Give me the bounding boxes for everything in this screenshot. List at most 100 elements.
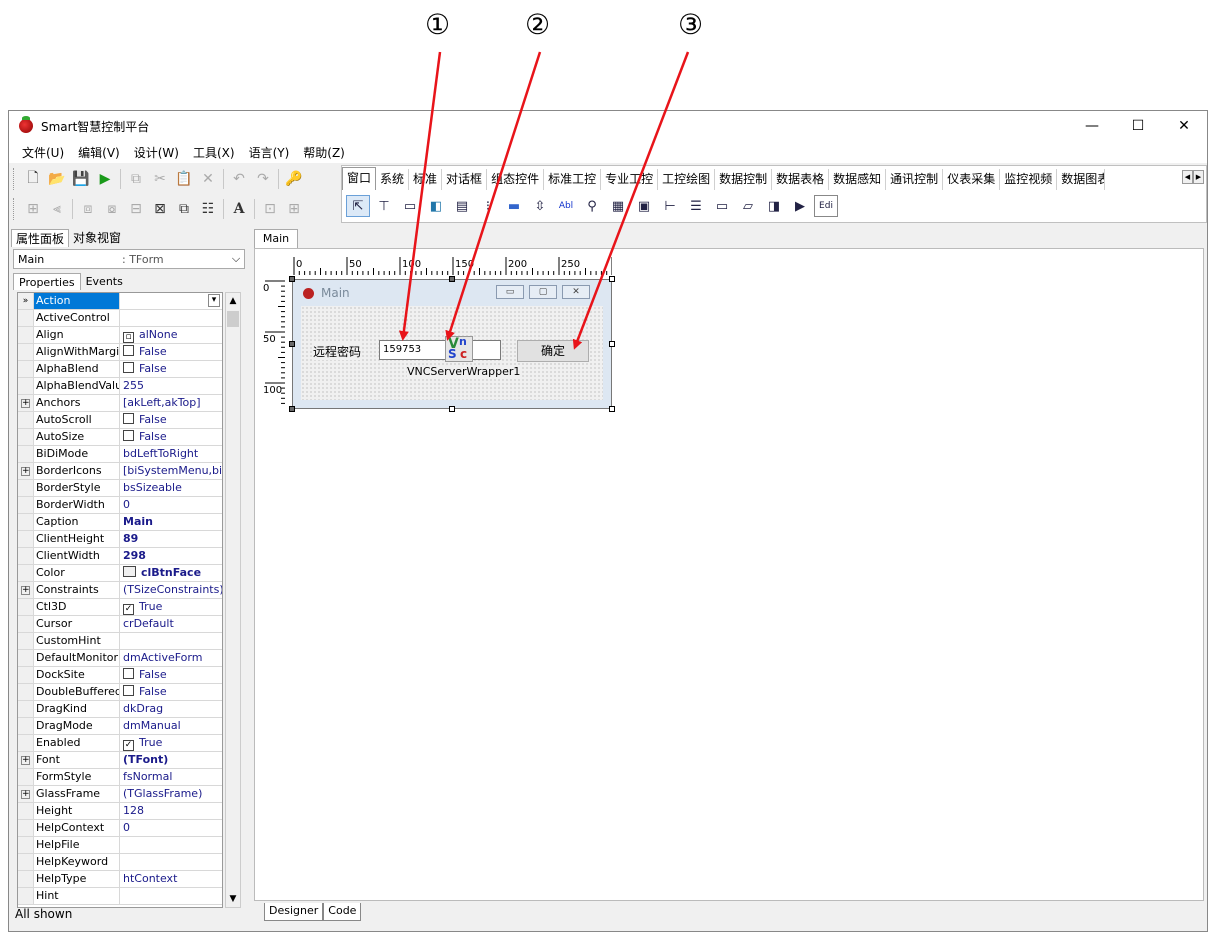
property-row[interactable]: ClientWidth 298	[18, 548, 222, 565]
property-row[interactable]: Color clBtnFace	[18, 565, 222, 582]
scroll-up-icon[interactable]: ▲	[226, 293, 240, 309]
checkbox-icon[interactable]	[123, 668, 134, 679]
media-icon[interactable]: ▶	[788, 195, 812, 217]
frame-icon[interactable]: ◧	[424, 195, 448, 217]
chevron-down-icon[interactable]: ⌵	[228, 252, 244, 266]
maximize-button[interactable]: ☐	[1115, 111, 1161, 141]
property-row[interactable]: Enabled ✓ True	[18, 735, 222, 752]
property-value[interactable]: 128	[120, 803, 222, 819]
property-value[interactable]: 0	[120, 497, 222, 513]
menu-edit[interactable]: 编辑(V)	[71, 144, 127, 161]
tabs-icon[interactable]: ▣	[632, 195, 656, 217]
menu-help[interactable]: 帮助(Z)	[296, 144, 352, 161]
tab-designer[interactable]: Designer	[264, 903, 324, 921]
design-form[interactable]: Main ▭ ▢ ✕ 远程密码 159753 VnSc VNCServerWra…	[292, 279, 612, 409]
property-value[interactable]: (TGlassFrame)	[120, 786, 222, 802]
resize-handle[interactable]	[609, 276, 615, 282]
property-value[interactable]: 0	[120, 820, 222, 836]
property-row[interactable]: BorderStyle bsSizeable	[18, 480, 222, 497]
property-row[interactable]: Align ▫ alNone	[18, 327, 222, 344]
main-menu-icon[interactable]: ⊤	[372, 195, 396, 217]
checkbox-icon[interactable]	[123, 345, 134, 356]
property-value[interactable]: False	[120, 344, 222, 360]
expand-icon[interactable]: +	[18, 582, 34, 598]
redo-icon[interactable]: ↷	[251, 168, 275, 190]
property-value[interactable]: clBtnFace	[120, 565, 222, 581]
menu-tools[interactable]: 工具(X)	[186, 144, 242, 161]
property-value[interactable]	[120, 633, 222, 649]
checkbox-icon[interactable]	[123, 362, 134, 373]
menu-design[interactable]: 设计(W)	[127, 144, 186, 161]
property-value[interactable]	[120, 888, 222, 904]
spin-icon[interactable]: ⇳	[528, 195, 552, 217]
property-value[interactable]: 255	[120, 378, 222, 394]
panel-icon[interactable]: ▭	[398, 195, 422, 217]
tab-object-view[interactable]: 对象视窗	[69, 229, 125, 247]
property-value[interactable]: 89	[120, 531, 222, 547]
list-order-icon[interactable]: ☷	[196, 198, 220, 220]
tab-properties-panel[interactable]: 属性面板	[11, 229, 70, 247]
vnc-server-component-icon[interactable]: VnSc	[445, 335, 473, 362]
property-row[interactable]: DragMode dmManual	[18, 718, 222, 735]
pointer-icon[interactable]: ⇱	[346, 195, 370, 217]
toolbar-grip[interactable]	[13, 198, 17, 220]
property-value[interactable]: ✓ True	[120, 599, 222, 615]
search-icon[interactable]: ⚲	[580, 195, 604, 217]
property-row[interactable]: ClientHeight 89	[18, 531, 222, 548]
palette-tab[interactable]: 对话框	[442, 169, 488, 190]
progress-icon[interactable]: ▬	[502, 195, 526, 217]
property-value[interactable]: (TFont)	[120, 752, 222, 768]
listview-icon[interactable]: ☰	[684, 195, 708, 217]
resize-handle[interactable]	[609, 341, 615, 347]
property-value[interactable]: bsSizeable	[120, 480, 222, 496]
align-grid-icon[interactable]: ⊞	[21, 198, 45, 220]
property-row[interactable]: + GlassFrame (TGlassFrame)	[18, 786, 222, 803]
image-icon[interactable]: ◨	[762, 195, 786, 217]
resize-handle[interactable]	[289, 341, 295, 347]
statusbar-icon[interactable]: ▱	[736, 195, 760, 217]
property-row[interactable]: Caption Main	[18, 514, 222, 531]
property-row[interactable]: HelpType htContext	[18, 871, 222, 888]
property-row[interactable]: » Action ▾	[18, 293, 222, 310]
bring-front-icon[interactable]: ⧈	[76, 198, 100, 220]
palette-tab[interactable]: 监控视频	[1000, 169, 1058, 190]
property-row[interactable]: AutoScroll False	[18, 412, 222, 429]
expand-icon[interactable]: +	[18, 752, 34, 768]
tab-code[interactable]: Code	[323, 903, 362, 921]
property-value[interactable]: dmActiveForm	[120, 650, 222, 666]
checkbox-icon[interactable]	[123, 413, 134, 424]
password-label[interactable]: 远程密码	[313, 343, 362, 360]
grid-icon[interactable]: ▦	[606, 195, 630, 217]
palette-tab[interactable]: 工控绘图	[658, 169, 716, 190]
password-input[interactable]: 159753	[379, 340, 501, 360]
menu-language[interactable]: 语言(Y)	[242, 144, 297, 161]
font-icon[interactable]: A	[227, 198, 251, 220]
property-row[interactable]: HelpKeyword	[18, 854, 222, 871]
dropdown-arrow-icon[interactable]: ▾	[208, 294, 220, 307]
scale-icon[interactable]: ⊞	[282, 198, 306, 220]
resize-handle[interactable]	[449, 276, 455, 282]
align-left-icon[interactable]: ⫷	[45, 198, 69, 220]
property-row[interactable]: + Constraints (TSizeConstraints)	[18, 582, 222, 599]
checkbox-icon[interactable]: ✓	[123, 604, 134, 615]
property-value[interactable]: htContext	[120, 871, 222, 887]
palette-tab[interactable]: 标准工控	[544, 169, 602, 190]
palette-tab[interactable]: 系统	[376, 169, 410, 190]
property-row[interactable]: HelpContext 0	[18, 820, 222, 837]
palette-tab[interactable]: 标准	[409, 169, 443, 190]
checkbox-icon[interactable]	[123, 685, 134, 696]
property-scrollbar[interactable]: ▲ ▼	[225, 292, 241, 908]
palette-tab[interactable]: 组态控件	[487, 169, 545, 190]
undo-icon[interactable]: ↶	[227, 168, 251, 190]
minimize-button[interactable]: —	[1069, 111, 1115, 141]
property-value[interactable]	[120, 837, 222, 853]
creation-order-icon[interactable]: ⧉	[172, 198, 196, 220]
property-row[interactable]: FormStyle fsNormal	[18, 769, 222, 786]
palette-tab[interactable]: 专业工控	[601, 169, 659, 190]
delete-icon[interactable]: ✕	[196, 168, 220, 190]
open-folder-icon[interactable]: 📂	[45, 168, 69, 190]
scroll-left-icon[interactable]: ◀	[1182, 170, 1193, 184]
property-value[interactable]: fsNormal	[120, 769, 222, 785]
send-back-icon[interactable]: ⧇	[100, 198, 124, 220]
property-value[interactable]: ▾	[120, 293, 222, 309]
